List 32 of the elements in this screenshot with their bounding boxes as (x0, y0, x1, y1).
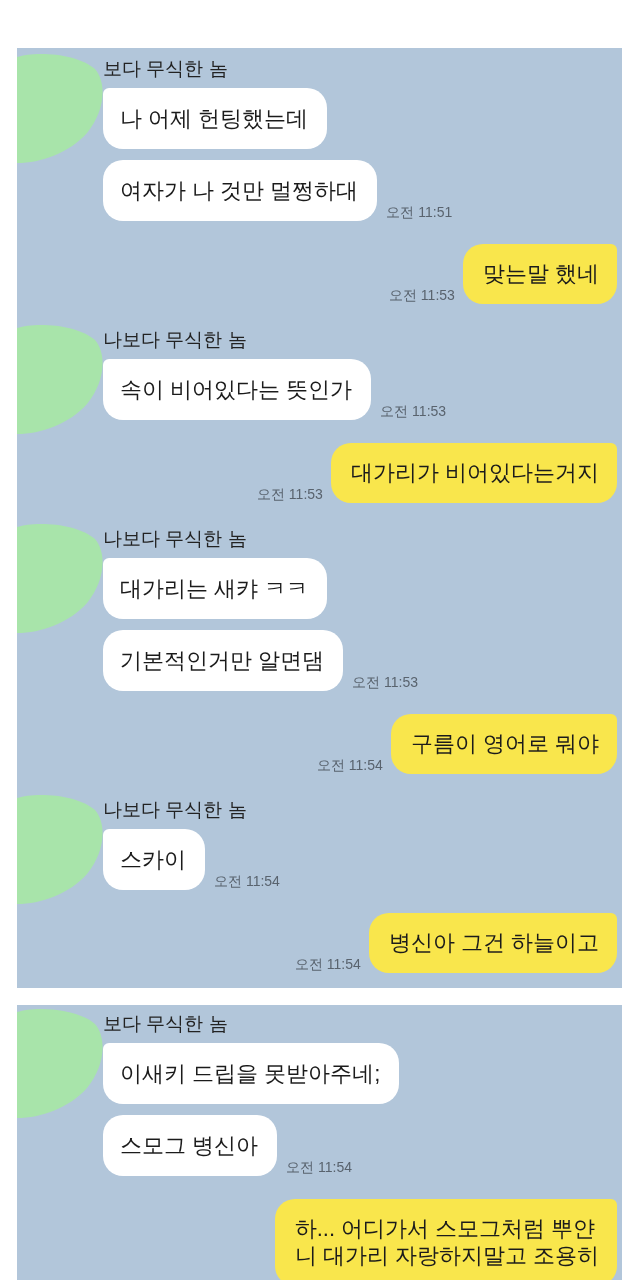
message-time: 오전 11:51 (386, 203, 453, 221)
sender-name: 나보다 무식한 놈 (103, 798, 248, 822)
message-bubble: 스카이 (103, 829, 205, 890)
message-bubble: 이새키 드립을 못받아주네; (103, 1043, 400, 1104)
avatar-icon (17, 1008, 103, 1118)
avatar-icon (17, 523, 103, 633)
message-time: 오전 11:54 (214, 872, 280, 890)
message-bubble: 맞는말 했네 (462, 244, 617, 304)
message-bubble: 스모그 병신아 (103, 1115, 278, 1176)
message-bubble: 하... 어디가서 스모그처럼 뿌얀 니 대가리 자랑하지말고 조용히 (274, 1199, 617, 1280)
message-bubble: 대가리가 비어있다는거지 (330, 443, 617, 503)
message-time: 오전 11:54 (316, 756, 383, 774)
message-bubble: 나 어제 헌팅했는데 (103, 88, 328, 149)
message-time: 오전 11:53 (389, 286, 455, 304)
sender-name: 보다 무식한 놈 (103, 1012, 229, 1036)
message-time: 오전 11:53 (352, 673, 418, 691)
message-time: 오전 11:54 (294, 955, 361, 973)
avatar-icon (17, 53, 103, 163)
message-bubble: 속이 비어있다는 뜻인가 (103, 359, 372, 420)
sender-name: 보다 무식한 놈 (103, 57, 229, 81)
message-bubble: 여자가 나 것만 멀쩡하대 (103, 160, 378, 221)
sender-name: 나보다 무식한 놈 (103, 527, 248, 551)
message-time: 오전 11:54 (286, 1158, 352, 1176)
message-bubble: 구름이 영어로 뭐야 (390, 714, 617, 774)
sender-name: 나보다 무식한 놈 (103, 328, 248, 352)
message-time: 오전 11:53 (257, 485, 323, 503)
avatar-icon (17, 794, 103, 904)
avatar-icon (17, 324, 103, 434)
message-bubble: 기본적인거만 알면댐 (103, 630, 344, 691)
message-bubble: 병신아 그건 하늘이고 (368, 913, 617, 973)
message-bubble: 대가리는 새캬 ㅋㅋ (103, 558, 328, 619)
message-time: 오전 11:53 (380, 402, 447, 420)
